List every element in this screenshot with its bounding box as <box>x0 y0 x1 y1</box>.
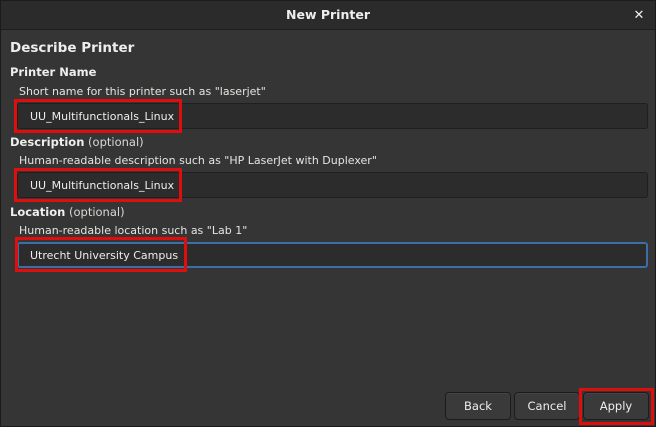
description-label: Description (optional) <box>10 135 144 149</box>
printer-name-label-text: Printer Name <box>10 65 97 79</box>
location-field[interactable] <box>17 242 648 268</box>
description-field[interactable] <box>17 172 648 198</box>
printer-name-input[interactable] <box>30 108 630 124</box>
back-button[interactable]: Back <box>445 392 511 420</box>
location-optional-text: (optional) <box>65 205 125 219</box>
cancel-button[interactable]: Cancel <box>514 392 580 420</box>
title-bar: New Printer ✕ <box>1 1 655 30</box>
location-hint: Human-readable location such as "Lab 1" <box>19 224 248 237</box>
window-title: New Printer <box>286 7 370 22</box>
description-label-text: Description <box>10 135 85 149</box>
description-hint: Human-readable description such as "HP L… <box>19 154 377 167</box>
page-heading: Describe Printer <box>10 40 135 56</box>
printer-name-label: Printer Name <box>10 65 96 79</box>
location-label-text: Location <box>10 205 66 219</box>
close-button[interactable]: ✕ <box>629 5 649 25</box>
apply-button[interactable]: Apply <box>583 392 649 420</box>
location-input[interactable] <box>30 247 630 263</box>
new-printer-dialog: New Printer ✕ Describe Printer Printer N… <box>0 0 656 427</box>
close-icon: ✕ <box>633 7 645 23</box>
printer-name-field[interactable] <box>17 103 648 129</box>
printer-name-hint: Short name for this printer such as "las… <box>19 85 266 98</box>
description-input[interactable] <box>30 177 630 193</box>
dialog-content: Describe Printer Printer Name Short name… <box>1 30 655 426</box>
location-label: Location (optional) <box>10 205 125 219</box>
description-optional-text: (optional) <box>84 135 144 149</box>
